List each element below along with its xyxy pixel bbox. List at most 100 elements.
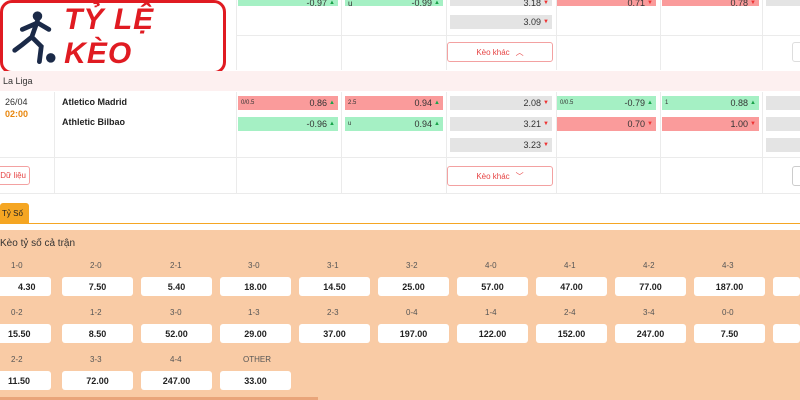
top-1x2-draw-cell[interactable]: 3.09 ▼ <box>450 15 552 29</box>
score-odds-button[interactable]: 25.00 <box>378 277 449 296</box>
score-label: 4-2 <box>643 261 655 270</box>
home-extra-cell[interactable] <box>766 96 800 110</box>
more-odds-button[interactable]: Kèo khác ︿ <box>447 42 553 62</box>
odds-value: 3.09 <box>523 17 542 27</box>
score-odds-button[interactable]: 15.50 <box>0 324 51 343</box>
score-label: 1-4 <box>485 308 497 317</box>
down-arrow-icon: ▼ <box>543 142 549 148</box>
odds-value: 3.18 <box>523 0 542 8</box>
score-label: 1-2 <box>90 308 102 317</box>
score-odds-button[interactable] <box>773 277 800 296</box>
score-label: 4-0 <box>485 261 497 270</box>
score-odds-button[interactable]: 77.00 <box>615 277 686 296</box>
odds-value: -0.99 <box>411 0 433 8</box>
score-label: 2-1 <box>170 261 182 270</box>
league-header[interactable]: La Liga <box>0 71 800 91</box>
score-label: 2-2 <box>11 355 23 364</box>
chevron-down-icon: ﹀ <box>515 171 524 181</box>
score-label: 0-2 <box>11 308 23 317</box>
home-team[interactable]: Atletico Madrid <box>62 97 127 107</box>
score-label: 0-0 <box>722 308 734 317</box>
home-ou-cell[interactable]: 2.5 0.94 ▲ <box>345 96 443 110</box>
draw-extra-cell[interactable] <box>766 138 800 152</box>
top-1x2-cell[interactable]: 3.18 ▼ <box>450 0 552 8</box>
soccer-player-icon <box>12 11 56 65</box>
tab-correct-score[interactable]: Tỷ Số <box>0 203 29 223</box>
down-arrow-icon: ▼ <box>750 121 756 127</box>
top-extra-cell[interactable] <box>766 0 800 6</box>
score-odds-button[interactable]: 29.00 <box>220 324 291 343</box>
up-arrow-icon: ▲ <box>434 100 440 106</box>
score-odds-button[interactable]: 122.00 <box>457 324 528 343</box>
score-odds-button[interactable]: 7.50 <box>62 277 133 296</box>
score-odds-button[interactable]: 5.40 <box>141 277 212 296</box>
away-1x2-cell[interactable]: 3.21 ▼ <box>450 117 552 131</box>
score-odds-button[interactable]: 8.50 <box>62 324 133 343</box>
tab-label: Tỷ Số <box>2 208 23 218</box>
score-odds-button[interactable]: 14.50 <box>299 277 370 296</box>
odds-value: 0.88 <box>730 98 749 108</box>
score-odds-button[interactable]: 152.00 <box>536 324 607 343</box>
up-arrow-icon: ▲ <box>329 121 335 127</box>
away-ah-cell[interactable]: -0.96 ▲ <box>238 117 338 131</box>
home-h1-cell[interactable]: 0/0.5 -0.79 ▲ <box>557 96 656 110</box>
more-odds-label: Kèo khác <box>476 171 510 181</box>
data-button[interactable]: Dữ liệu <box>0 166 30 185</box>
home-h2-cell[interactable]: 1 0.88 ▲ <box>662 96 759 110</box>
up-arrow-icon: ▲ <box>329 100 335 106</box>
home-1x2-cell[interactable]: 2.08 ▼ <box>450 96 552 110</box>
odds-value: 0.94 <box>414 98 433 108</box>
top-ah-cell[interactable]: -0.97 ▲ <box>238 0 338 8</box>
match-time: 02:00 <box>5 109 29 119</box>
away-h2-cell[interactable]: 1.00 ▼ <box>662 117 759 131</box>
score-odds-button[interactable]: 37.00 <box>299 324 370 343</box>
score-odds-button[interactable]: 7.50 <box>694 324 765 343</box>
score-label: OTHER <box>243 355 271 364</box>
odds-value: -0.79 <box>624 98 646 108</box>
side-button[interactable] <box>792 166 800 186</box>
score-odds-button[interactable]: 57.00 <box>457 277 528 296</box>
up-arrow-icon: ▲ <box>329 0 335 6</box>
ah-handicap: 0/0.5 <box>241 100 255 106</box>
score-odds-button[interactable]: 52.00 <box>141 324 212 343</box>
odds-value: 0.71 <box>627 0 646 8</box>
more-odds-button[interactable]: Kèo khác ﹀ <box>447 166 553 186</box>
draw-1x2-cell[interactable]: 3.23 ▼ <box>450 138 552 152</box>
away-extra-cell[interactable] <box>766 117 800 131</box>
away-team[interactable]: Athletic Bilbao <box>62 117 125 127</box>
score-odds-button[interactable]: 72.00 <box>62 371 133 390</box>
logo[interactable]: TỶ LỆ KÈO <box>0 0 226 74</box>
top-h1-cell[interactable]: 0.71 ▼ <box>557 0 656 8</box>
top-side-button[interactable] <box>792 42 800 62</box>
up-arrow-icon: ▲ <box>647 100 653 106</box>
score-odds-button[interactable]: 11.50 <box>0 371 51 390</box>
away-ou-cell[interactable]: u 0.94 ▲ <box>345 117 443 131</box>
score-label: 2-0 <box>90 261 102 270</box>
score-odds-button[interactable]: 18.00 <box>220 277 291 296</box>
score-odds-button[interactable]: 47.00 <box>536 277 607 296</box>
top-ou-cell[interactable]: u -0.99 ▲ <box>345 0 443 8</box>
score-odds-button[interactable]: 247.00 <box>141 371 212 390</box>
top-h2-cell[interactable]: 0.78 ▼ <box>662 0 759 8</box>
score-odds-button[interactable]: 33.00 <box>220 371 291 390</box>
score-odds-button[interactable] <box>773 324 800 343</box>
score-label: 4-3 <box>722 261 734 270</box>
score-odds-button[interactable]: 197.00 <box>378 324 449 343</box>
score-odds-button[interactable]: 4.30 <box>0 277 51 296</box>
ou-label: u <box>348 0 353 8</box>
up-arrow-icon: ▲ <box>750 100 756 106</box>
score-label: 4-1 <box>564 261 576 270</box>
tab-underline <box>0 223 800 224</box>
odds-value: 3.23 <box>523 140 542 150</box>
league-name: La Liga <box>3 76 33 86</box>
odds-value: -0.96 <box>306 119 328 129</box>
more-odds-label: Kèo khác <box>476 47 510 57</box>
score-label: 1-3 <box>248 308 260 317</box>
down-arrow-icon: ▼ <box>647 121 653 127</box>
away-h1-cell[interactable]: 0.70 ▼ <box>557 117 656 131</box>
score-label: 3-4 <box>643 308 655 317</box>
down-arrow-icon: ▼ <box>647 0 653 6</box>
score-odds-button[interactable]: 187.00 <box>694 277 765 296</box>
home-ah-cell[interactable]: 0/0.5 0.86 ▲ <box>238 96 338 110</box>
score-odds-button[interactable]: 247.00 <box>615 324 686 343</box>
